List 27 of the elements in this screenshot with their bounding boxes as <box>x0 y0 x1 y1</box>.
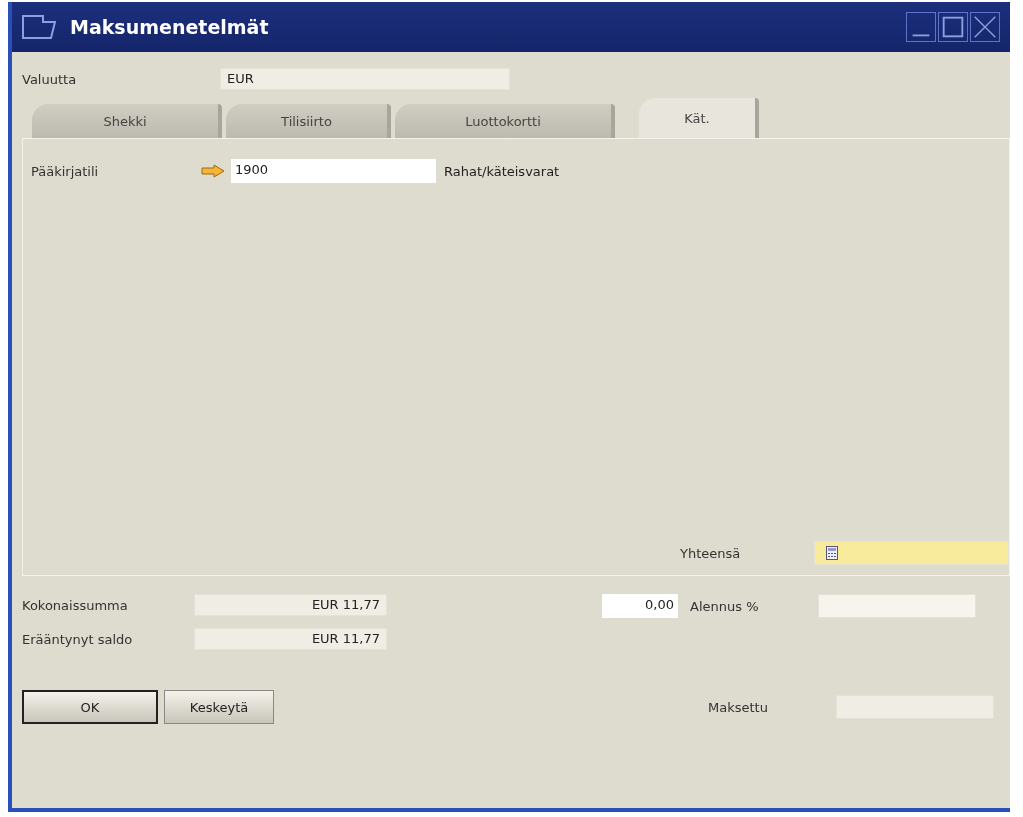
tab[interactable]: Tilisiirto <box>226 104 391 138</box>
window-icon <box>22 14 56 40</box>
tab[interactable]: Shekki <box>32 104 222 138</box>
total-field[interactable] <box>814 541 1009 565</box>
field-label: Kokonaissumma <box>22 597 129 613</box>
ok-button[interactable]: OK <box>22 690 158 724</box>
tab[interactable]: Luottokortti <box>395 104 615 138</box>
field-label: Yhteensä <box>680 545 742 561</box>
field-label: Pääkirjatili <box>31 163 100 179</box>
account-field[interactable]: 1900 <box>231 159 436 183</box>
link-arrow-icon[interactable] <box>201 164 225 178</box>
field-label: Alennus % <box>690 598 760 614</box>
maximize-button[interactable] <box>938 12 968 42</box>
minimize-button[interactable] <box>906 12 936 42</box>
currency-field[interactable]: EUR <box>220 68 510 90</box>
tab[interactable]: Kät. <box>639 98 759 138</box>
close-button[interactable] <box>970 12 1000 42</box>
field-label: Erääntynyt saldo <box>22 631 134 647</box>
field-label: Valuutta <box>22 71 78 87</box>
account-name: Rahat/käteisvarat <box>444 163 560 179</box>
cancel-button[interactable]: Keskeytä <box>164 690 274 724</box>
window-title: Maksumenetelmät <box>70 16 270 38</box>
amount-field: EUR 11,77 <box>194 628 387 650</box>
discount-amount-field[interactable]: 0,00 <box>602 594 678 618</box>
discount-field[interactable] <box>818 594 976 618</box>
field-label: Maksettu <box>708 699 769 715</box>
amount-field: EUR 11,77 <box>194 594 387 616</box>
